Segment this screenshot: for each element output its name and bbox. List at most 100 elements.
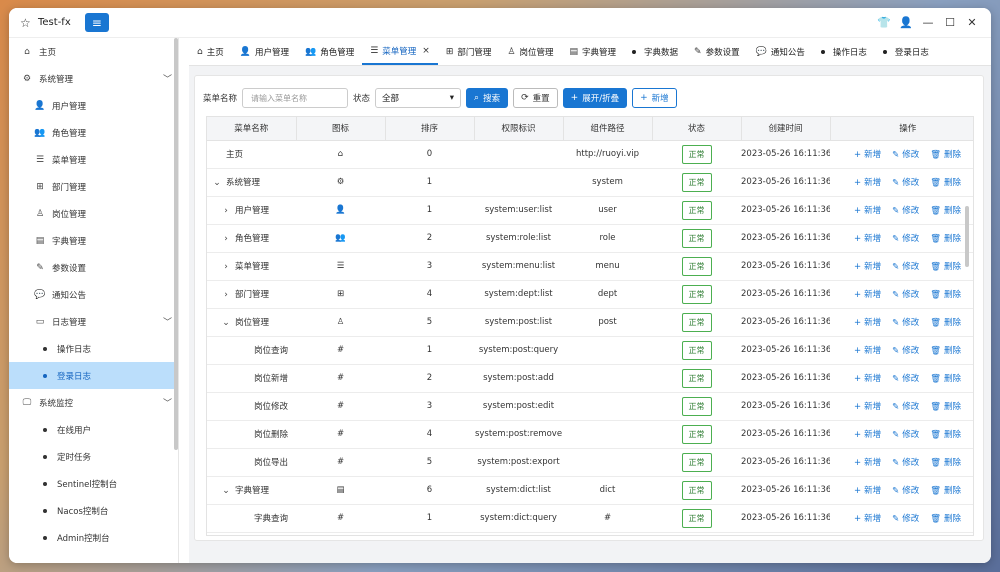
sidebar-item[interactable]: 定时任务: [9, 443, 178, 470]
search-button[interactable]: ⌕ 搜索: [466, 88, 509, 108]
tab[interactable]: ▤ 字典管理: [562, 38, 625, 65]
sidebar-item[interactable]: Nacos控制台: [9, 497, 178, 524]
add-row-button[interactable]: + 新增: [854, 288, 881, 300]
sidebar-item[interactable]: 👥 角色管理: [9, 119, 178, 146]
delete-row-button[interactable]: 🗑 删除: [930, 344, 961, 356]
tab[interactable]: 💬 通知公告: [748, 38, 813, 65]
table-row[interactable]: 岗位修改 #3 system:post:edit 正常 2023-05-26 16:11…: [207, 392, 973, 421]
minimize-icon[interactable]: —: [917, 16, 939, 29]
edit-row-button[interactable]: ✎ 修改: [892, 428, 919, 440]
chevron-down-icon[interactable]: ⌄: [212, 178, 222, 188]
edit-row-button[interactable]: ✎ 修改: [892, 372, 919, 384]
tab[interactable]: ⌂ 主页: [189, 38, 232, 65]
reset-button[interactable]: ⟳ 重置: [513, 88, 558, 108]
edit-row-button[interactable]: ✎ 修改: [892, 484, 919, 496]
chevron-down-icon[interactable]: ⌄: [221, 486, 231, 496]
delete-row-button[interactable]: 🗑 删除: [930, 316, 961, 328]
delete-row-button[interactable]: 🗑 删除: [930, 372, 961, 384]
sidebar-item[interactable]: 操作日志: [9, 335, 178, 362]
sidebar-item[interactable]: 登录日志: [9, 362, 178, 389]
edit-row-button[interactable]: ✎ 修改: [892, 316, 919, 328]
chevron-right-icon[interactable]: ›: [221, 290, 231, 300]
tab[interactable]: 👤 用户管理: [232, 38, 297, 65]
sidebar-scrollbar[interactable]: [174, 38, 178, 450]
sidebar-item[interactable]: ▭ 日志管理 ﹀: [9, 308, 178, 335]
tab[interactable]: ⊞ 部门管理: [438, 38, 500, 65]
table-row[interactable]: › 用户管理 👤 1 system:user:list user 正常 2023-05-26 …: [207, 196, 973, 225]
delete-row-button[interactable]: 🗑 删除: [930, 512, 961, 524]
edit-row-button[interactable]: ✎ 修改: [892, 288, 919, 300]
close-icon[interactable]: ×: [422, 46, 430, 56]
table-row[interactable]: 岗位删除 #4 system:post:remove 正常 2023-05-26 16:…: [207, 420, 973, 449]
chevron-down-icon[interactable]: ⌄: [221, 318, 231, 328]
table-scrollbar[interactable]: [965, 206, 969, 267]
table-row[interactable]: › 部门管理 ⊞ 4 system:dept:list dept 正常 2023-05-26 …: [207, 280, 973, 309]
sidebar-item[interactable]: 👤 用户管理: [9, 92, 178, 119]
sidebar-item[interactable]: Admin控制台: [9, 524, 178, 551]
table-row[interactable]: › 角色管理 👥 2 system:role:list role 正常 2023-05-26 …: [207, 224, 973, 253]
table-row[interactable]: ⌄ 系统管理 ⚙ 1 system 正常 2023-05-26 16:11:36 + 新增 ✎ 修改…: [207, 168, 973, 197]
table-row[interactable]: 主页 ⌂ 0 http://ruoyi.vip 正常 2023-05-26 16:11:3…: [207, 140, 973, 169]
tab[interactable]: ☰ 菜单管理 ×: [362, 38, 438, 65]
add-row-button[interactable]: + 新增: [854, 232, 881, 244]
close-icon[interactable]: ✕: [961, 16, 983, 29]
sidebar-item[interactable]: 💬 通知公告: [9, 281, 178, 308]
add-row-button[interactable]: + 新增: [854, 148, 881, 160]
edit-row-button[interactable]: ✎ 修改: [892, 400, 919, 412]
sidebar-item[interactable]: ♙ 岗位管理: [9, 200, 178, 227]
chevron-down-icon[interactable]: ﹀: [163, 396, 172, 409]
maximize-icon[interactable]: ☐: [939, 16, 961, 29]
sidebar-item[interactable]: Sentinel控制台: [9, 470, 178, 497]
sidebar-item[interactable]: ⌂ 主页: [9, 38, 178, 65]
add-row-button[interactable]: + 新增: [854, 428, 881, 440]
delete-row-button[interactable]: 🗑 删除: [930, 400, 961, 412]
table-row[interactable]: 岗位查询 #1 system:post:query 正常 2023-05-26 16:1…: [207, 336, 973, 365]
sidebar-item[interactable]: ☰ 菜单管理: [9, 146, 178, 173]
menu-toggle-button[interactable]: ≡: [84, 13, 109, 32]
edit-row-button[interactable]: ✎ 修改: [892, 512, 919, 524]
chevron-right-icon[interactable]: ›: [221, 262, 231, 272]
delete-row-button[interactable]: 🗑 删除: [930, 456, 961, 468]
tab[interactable]: 操作日志: [813, 38, 875, 65]
add-row-button[interactable]: + 新增: [854, 400, 881, 412]
shirt-icon[interactable]: 👕: [873, 16, 895, 29]
chevron-right-icon[interactable]: ›: [221, 234, 231, 244]
add-row-button[interactable]: + 新增: [854, 260, 881, 272]
delete-row-button[interactable]: 🗑 删除: [930, 484, 961, 496]
user-icon[interactable]: 👤: [895, 16, 917, 29]
edit-row-button[interactable]: ✎ 修改: [892, 456, 919, 468]
edit-row-button[interactable]: ✎ 修改: [892, 344, 919, 356]
table-row[interactable]: 岗位导出 #5 system:post:export 正常 2023-05-26 16:…: [207, 448, 973, 477]
delete-row-button[interactable]: 🗑 删除: [930, 148, 961, 160]
status-select[interactable]: 全部 ▾: [375, 88, 462, 108]
add-button[interactable]: + 新增: [632, 88, 677, 108]
delete-row-button[interactable]: 🗑 删除: [930, 204, 961, 216]
add-row-button[interactable]: + 新增: [854, 372, 881, 384]
add-row-button[interactable]: + 新增: [854, 316, 881, 328]
tab[interactable]: 👥 角色管理: [297, 38, 362, 65]
add-row-button[interactable]: + 新增: [854, 176, 881, 188]
tab[interactable]: ♙ 岗位管理: [499, 38, 561, 65]
edit-row-button[interactable]: ✎ 修改: [892, 232, 919, 244]
sidebar-item[interactable]: ⚙ 系统管理 ﹀: [9, 65, 178, 92]
table-row[interactable]: ⌄ 岗位管理 ♙ 5 system:post:list post 正常 2023-05-26 …: [207, 308, 973, 337]
table-row[interactable]: ⌄ 字典管理 ▤ 6 system:dict:list dict 正常 2023-05-26 …: [207, 476, 973, 505]
edit-row-button[interactable]: ✎ 修改: [892, 176, 919, 188]
add-row-button[interactable]: + 新增: [854, 456, 881, 468]
chevron-right-icon[interactable]: ›: [221, 206, 231, 216]
table-row[interactable]: 岗位新增 #2 system:post:add 正常 2023-05-26 16:11:…: [207, 364, 973, 393]
table-row[interactable]: 字典查询 #1 system:dict:query # 正常 2023-05-26 16:…: [207, 504, 973, 533]
table-row[interactable]: › 菜单管理 ☰ 3 system:menu:list menu 正常 2023-05-26 …: [207, 252, 973, 281]
sidebar-item[interactable]: 🖵 系统监控 ﹀: [9, 389, 178, 416]
edit-row-button[interactable]: ✎ 修改: [892, 260, 919, 272]
sidebar-item[interactable]: ▤ 字典管理: [9, 227, 178, 254]
add-row-button[interactable]: + 新增: [854, 204, 881, 216]
delete-row-button[interactable]: 🗑 删除: [930, 232, 961, 244]
expand-collapse-button[interactable]: + 展开/折叠: [562, 88, 628, 108]
sidebar-item[interactable]: ⊞ 部门管理: [9, 173, 178, 200]
chevron-down-icon[interactable]: ﹀: [163, 315, 172, 328]
add-row-button[interactable]: + 新增: [854, 512, 881, 524]
add-row-button[interactable]: + 新增: [854, 484, 881, 496]
delete-row-button[interactable]: 🗑 删除: [930, 260, 961, 272]
add-row-button[interactable]: + 新增: [854, 344, 881, 356]
